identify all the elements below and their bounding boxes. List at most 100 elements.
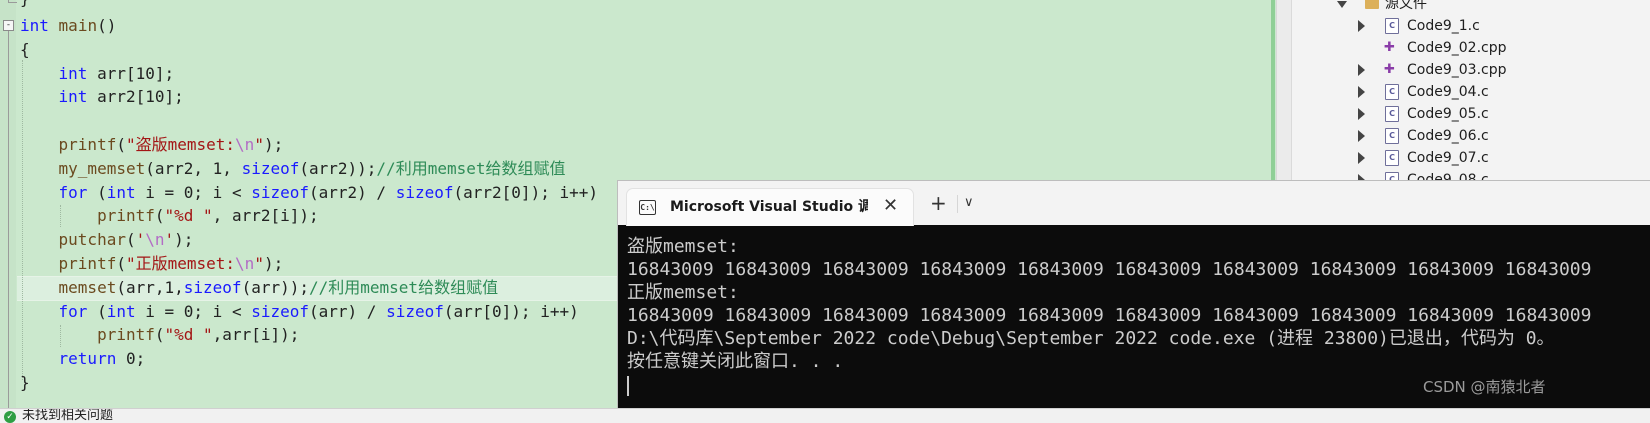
code-line[interactable]: printf("盗版memset:\n"); <box>20 133 284 156</box>
c-file-icon: C <box>1385 172 1399 180</box>
titlebar-divider <box>957 195 958 213</box>
chevron-down-icon[interactable] <box>1337 1 1347 8</box>
code-token: ,arr[i]); <box>212 325 300 345</box>
code-token: 0; <box>116 349 146 369</box>
code-token: " <box>254 254 264 273</box>
code-line[interactable]: printf("正版memset:\n"); <box>20 252 284 275</box>
collapse-toggle[interactable]: - <box>3 20 14 31</box>
code-line[interactable]: printf("%d ",arr[i]); <box>20 323 299 346</box>
tab-dropdown-button[interactable]: ∨ <box>964 193 974 213</box>
outline-line <box>8 31 9 408</box>
code-token: ( <box>125 230 136 250</box>
code-token: "%d " <box>164 206 213 226</box>
console-line: 按任意键关闭此窗口. . . <box>627 351 844 372</box>
console-output[interactable]: 盗版memset: 16843009 16843009 16843009 1684… <box>627 235 1650 373</box>
code-token: } <box>20 373 30 392</box>
chevron-right-icon[interactable] <box>1358 130 1365 142</box>
code-token: arr2[10]; <box>87 87 184 107</box>
code-line[interactable]: putchar('\n'); <box>20 228 194 251</box>
code-line[interactable]: int arr[10]; <box>20 62 175 85</box>
status-bar: ✓ 未找到相关问题 <box>0 408 1650 423</box>
cpp-file-icon: ✚ <box>1384 62 1395 77</box>
code-line[interactable]: { <box>20 38 30 61</box>
code-token: sizeof <box>251 182 309 202</box>
tree-item-file[interactable]: C Code9_07.c <box>1277 147 1650 169</box>
solution-explorer[interactable]: 源文件 C Code9_1.c ✚ Code9_02.cpp ✚ Code9_03.cpp… <box>1276 0 1650 180</box>
chevron-right-icon[interactable] <box>1358 108 1365 120</box>
chevron-right-icon[interactable] <box>1358 86 1365 98</box>
console-line: D:\代码库\September 2022 code\Debug\Septemb… <box>627 328 1555 349</box>
chevron-right-icon[interactable] <box>1358 152 1365 164</box>
c-file-icon: C <box>1385 150 1399 166</box>
code-token: \n <box>145 230 165 250</box>
tree-item-source-folder[interactable]: 源文件 <box>1277 0 1650 15</box>
code-token: int <box>106 182 136 202</box>
check-circle-icon: ✓ <box>4 411 16 423</box>
code-line[interactable]: int arr2[10]; <box>20 85 184 108</box>
tree-item-label: Code9_1.c <box>1407 18 1480 34</box>
code-line[interactable]: memset(arr,1,sizeof(arr));//利用memset给数组赋… <box>20 276 499 299</box>
tree-item-file[interactable]: C Code9_08.c <box>1277 169 1650 180</box>
code-token: //利用memset给数组赋值 <box>309 277 499 297</box>
tree-item-label: Code9_06.c <box>1407 128 1489 144</box>
console-titlebar[interactable]: C:\ Microsoft Visual Studio 调试控制台 ✕ + ∨ <box>618 181 1650 226</box>
code-line[interactable]: int main() <box>20 14 116 37</box>
tree-item-file[interactable]: ✚ Code9_03.cpp <box>1277 59 1650 81</box>
code-token: int <box>58 63 88 83</box>
code-token: sizeof <box>241 158 300 178</box>
chevron-right-icon[interactable] <box>1358 64 1365 76</box>
code-line[interactable]: for (int i = 0; i < sizeof(arr) / sizeof… <box>20 300 579 323</box>
code-token: "盗版memset: <box>125 135 236 154</box>
code-token: ); <box>263 254 284 273</box>
code-token: int <box>106 301 136 321</box>
code-line[interactable]: return 0; <box>20 347 146 370</box>
code-token: sizeof <box>183 277 242 297</box>
code-line[interactable]: } <box>20 371 30 394</box>
tree-item-file[interactable]: C Code9_05.c <box>1277 103 1650 125</box>
new-tab-button[interactable]: + <box>930 193 947 213</box>
chevron-right-icon[interactable] <box>1358 20 1365 32</box>
code-token: (arr2) / <box>309 182 396 202</box>
code-token: (arr) / <box>309 301 387 321</box>
tree-item-label: 源文件 <box>1385 0 1427 12</box>
close-tab-button[interactable]: ✕ <box>883 196 898 216</box>
code-token: \n <box>235 254 255 273</box>
tree-item-file[interactable]: C Code9_1.c <box>1277 15 1650 37</box>
status-text[interactable]: 未找到相关问题 <box>22 409 113 423</box>
code-line[interactable]: printf("%d ", arr2[i]); <box>20 204 319 227</box>
tree-item-label: Code9_07.c <box>1407 150 1489 166</box>
code-token: arr[10]; <box>87 63 175 83</box>
c-file-icon: C <box>1385 84 1399 100</box>
code-token: sizeof <box>251 301 309 321</box>
tree-item-label: Code9_05.c <box>1407 106 1489 122</box>
outline-connector <box>8 0 17 3</box>
code-token: ( <box>116 254 126 273</box>
console-tab[interactable]: C:\ Microsoft Visual Studio 调试控制台 ✕ <box>626 188 914 226</box>
tree-item-file[interactable]: C Code9_04.c <box>1277 81 1650 103</box>
code-token: memset <box>58 277 117 297</box>
tree-item-file[interactable]: C Code9_06.c <box>1277 125 1650 147</box>
c-file-icon: C <box>1385 18 1399 34</box>
console-cursor <box>627 376 629 396</box>
debug-console-window[interactable]: C:\ Microsoft Visual Studio 调试控制台 ✕ + ∨ … <box>617 180 1650 409</box>
code-line[interactable]: my_memset(arr2, 1, sizeof(arr2));//利用mem… <box>20 157 566 180</box>
code-token: my_memset <box>58 158 146 178</box>
code-token: i = 0; i < <box>135 182 252 202</box>
tab-title: Microsoft Visual Studio 调试控制台 <box>670 199 868 215</box>
cpp-file-icon: ✚ <box>1384 40 1395 55</box>
code-token: main <box>58 16 98 35</box>
code-token: (arr2[0]); i++) <box>453 182 599 202</box>
code-line[interactable]: for (int i = 0; i < sizeof(arr2) / sizeo… <box>20 181 598 204</box>
tree-item-file[interactable]: ✚ Code9_02.cpp <box>1277 37 1650 59</box>
console-line: 盗版memset: <box>627 236 739 257</box>
code-token: (arr2)); <box>299 158 377 178</box>
